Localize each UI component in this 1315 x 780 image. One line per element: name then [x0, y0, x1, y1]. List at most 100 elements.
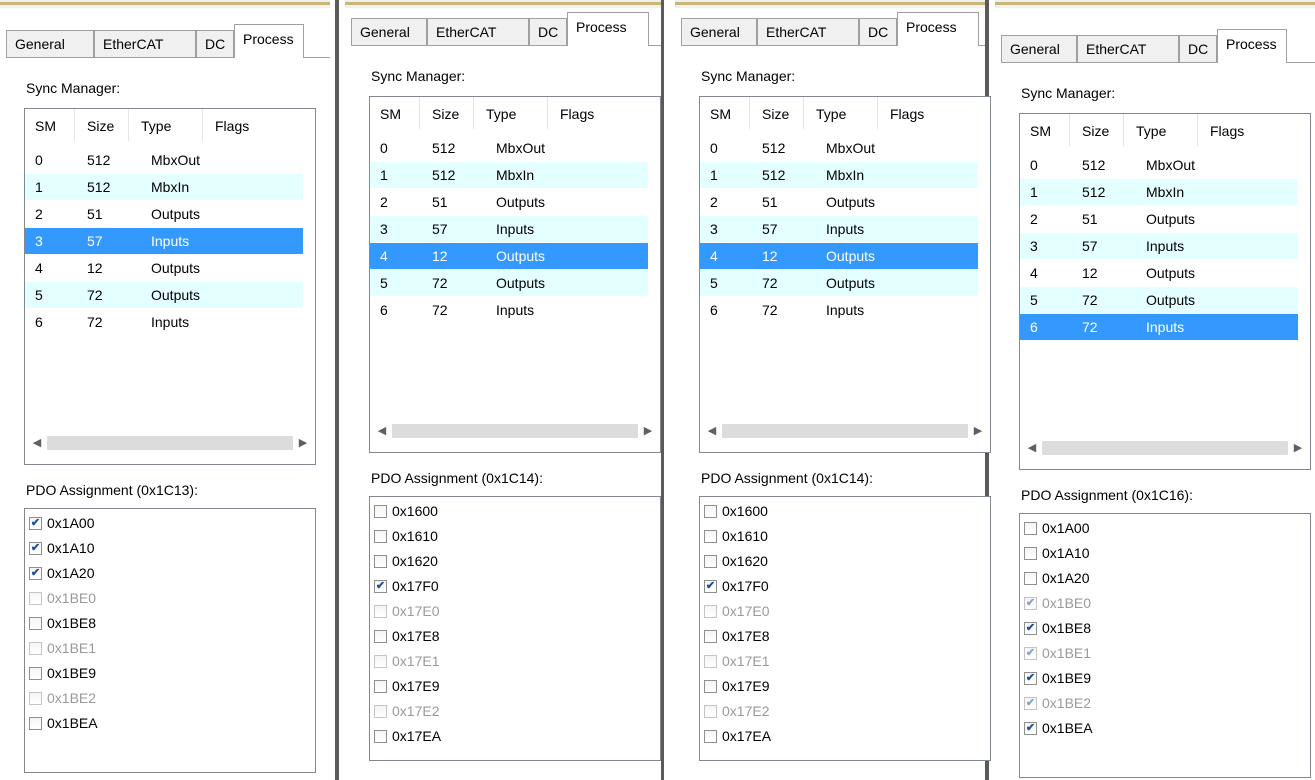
table-row[interactable]: 5 72 Outputs — [370, 270, 648, 296]
table-row[interactable]: 3 57 Inputs — [370, 216, 648, 242]
tab-process[interactable]: Process — [234, 24, 304, 58]
table-row[interactable]: 2 51 Outputs — [370, 189, 648, 215]
scroll-right-icon[interactable]: ▶ — [295, 435, 311, 451]
table-row[interactable]: 1 512 MbxIn — [700, 162, 978, 188]
pdo-checkbox[interactable]: ✔ — [29, 567, 42, 580]
scroll-right-icon[interactable]: ▶ — [970, 423, 986, 439]
pdo-assignment-list[interactable]: 0x1A00 0x1A10 0x1A20 ✔ 0x1BE0 ✔ 0x1BE8 ✔ 0x1BE1 ✔… — [1019, 513, 1311, 778]
sync-manager-list[interactable]: SM Size Type Flags 0 512 MbxOut 1 512 MbxIn 2 51 Out… — [369, 96, 661, 453]
column-header-sm[interactable]: SM — [1020, 114, 1070, 146]
scroll-left-icon[interactable]: ◀ — [374, 423, 390, 439]
tab-process[interactable]: Process — [567, 12, 649, 46]
pdo-checkbox[interactable]: ✔ — [1024, 722, 1037, 735]
scrollbar-thumb[interactable] — [722, 424, 968, 438]
pdo-checkbox[interactable]: ✔ — [374, 580, 387, 593]
pdo-assignment-list[interactable]: ✔ 0x1A00 ✔ 0x1A10 ✔ 0x1A20 0x1BE0 0x1BE8 0x1BE1 0… — [24, 508, 316, 773]
column-header-size[interactable]: Size — [750, 97, 804, 129]
scrollbar-thumb[interactable] — [392, 424, 638, 438]
table-row[interactable]: 4 12 Outputs — [25, 255, 303, 281]
pdo-checkbox[interactable]: ✔ — [29, 517, 42, 530]
table-row[interactable]: 5 72 Outputs — [1020, 287, 1298, 313]
pdo-checkbox[interactable]: ✔ — [1024, 622, 1037, 635]
tab-dc[interactable]: DC — [859, 18, 897, 45]
column-header-flags[interactable]: Flags — [1198, 114, 1302, 146]
pdo-checkbox[interactable] — [374, 555, 387, 568]
pdo-checkbox[interactable] — [704, 630, 717, 643]
tab-general[interactable]: General — [351, 18, 427, 45]
tab-ethercat[interactable]: EtherCAT — [427, 18, 529, 45]
table-row[interactable]: 4 12 Outputs — [1020, 260, 1298, 286]
column-header-size[interactable]: Size — [75, 109, 129, 141]
scrollbar-thumb[interactable] — [1042, 441, 1288, 455]
table-row[interactable]: 1 512 MbxIn — [1020, 179, 1298, 205]
scroll-left-icon[interactable]: ◀ — [29, 435, 45, 451]
table-row[interactable]: 0 512 MbxOut — [700, 135, 978, 161]
tab-general[interactable]: General — [681, 18, 757, 45]
pdo-checkbox[interactable] — [704, 530, 717, 543]
pdo-checkbox[interactable] — [1024, 522, 1037, 535]
horizontal-scrollbar[interactable]: ◀ ▶ — [702, 421, 988, 441]
column-header-type[interactable]: Type — [1124, 114, 1198, 146]
horizontal-scrollbar[interactable]: ◀ ▶ — [27, 433, 313, 453]
table-row[interactable]: 3 57 Inputs — [25, 228, 303, 254]
table-row[interactable]: 0 512 MbxOut — [370, 135, 648, 161]
tab-ethercat[interactable]: EtherCAT — [1077, 35, 1179, 62]
pdo-checkbox[interactable] — [704, 730, 717, 743]
tab-dc[interactable]: DC — [196, 30, 234, 57]
table-row[interactable]: 5 72 Outputs — [700, 270, 978, 296]
horizontal-scrollbar[interactable]: ◀ ▶ — [1022, 438, 1308, 458]
pdo-assignment-list[interactable]: 0x1600 0x1610 0x1620 ✔ 0x17F0 0x17E0 0x17E8 0x1… — [699, 496, 991, 761]
tab-ethercat[interactable]: EtherCAT — [757, 18, 859, 45]
pdo-checkbox[interactable] — [29, 667, 42, 680]
pdo-checkbox[interactable] — [374, 505, 387, 518]
pdo-checkbox[interactable] — [704, 555, 717, 568]
table-row[interactable]: 1 512 MbxIn — [25, 174, 303, 200]
pdo-checkbox[interactable] — [1024, 572, 1037, 585]
pdo-checkbox[interactable] — [374, 530, 387, 543]
scrollbar-thumb[interactable] — [47, 436, 293, 450]
scroll-left-icon[interactable]: ◀ — [704, 423, 720, 439]
tab-ethercat[interactable]: EtherCAT — [94, 30, 196, 57]
tab-process[interactable]: Process — [1217, 29, 1287, 63]
tab-dc[interactable]: DC — [1179, 35, 1217, 62]
pdo-assignment-list[interactable]: 0x1600 0x1610 0x1620 ✔ 0x17F0 0x17E0 0x17E8 0x1… — [369, 496, 661, 761]
table-row[interactable]: 3 57 Inputs — [1020, 233, 1298, 259]
table-row[interactable]: 6 72 Inputs — [700, 297, 978, 323]
pdo-checkbox[interactable] — [704, 680, 717, 693]
table-row[interactable]: 2 51 Outputs — [1020, 206, 1298, 232]
pdo-checkbox[interactable] — [374, 630, 387, 643]
table-row[interactable]: 0 512 MbxOut — [1020, 152, 1298, 178]
column-header-sm[interactable]: SM — [25, 109, 75, 141]
pdo-checkbox[interactable]: ✔ — [29, 542, 42, 555]
scroll-left-icon[interactable]: ◀ — [1024, 440, 1040, 456]
sync-manager-list[interactable]: SM Size Type Flags 0 512 MbxOut 1 512 MbxIn 2 51 Out… — [24, 108, 316, 465]
pdo-checkbox[interactable] — [29, 617, 42, 630]
scroll-right-icon[interactable]: ▶ — [640, 423, 656, 439]
table-row[interactable]: 2 51 Outputs — [25, 201, 303, 227]
table-row[interactable]: 4 12 Outputs — [700, 243, 978, 269]
tab-general[interactable]: General — [6, 30, 94, 57]
table-row[interactable]: 1 512 MbxIn — [370, 162, 648, 188]
sync-manager-list[interactable]: SM Size Type Flags 0 512 MbxOut 1 512 MbxIn 2 51 Out… — [699, 96, 991, 453]
tab-process[interactable]: Process — [897, 12, 979, 46]
pdo-checkbox[interactable]: ✔ — [704, 580, 717, 593]
table-row[interactable]: 6 72 Inputs — [370, 297, 648, 323]
table-row[interactable]: 2 51 Outputs — [700, 189, 978, 215]
pdo-checkbox[interactable] — [374, 680, 387, 693]
pdo-checkbox[interactable] — [704, 505, 717, 518]
column-header-type[interactable]: Type — [129, 109, 203, 141]
pdo-checkbox[interactable] — [29, 717, 42, 730]
pdo-checkbox[interactable] — [1024, 547, 1037, 560]
column-header-sm[interactable]: SM — [700, 97, 750, 129]
column-header-type[interactable]: Type — [474, 97, 548, 129]
table-row[interactable]: 3 57 Inputs — [700, 216, 978, 242]
table-row[interactable]: 5 72 Outputs — [25, 282, 303, 308]
column-header-flags[interactable]: Flags — [548, 97, 652, 129]
table-row[interactable]: 4 12 Outputs — [370, 243, 648, 269]
pdo-checkbox[interactable] — [374, 730, 387, 743]
table-row[interactable]: 6 72 Inputs — [1020, 314, 1298, 340]
horizontal-scrollbar[interactable]: ◀ ▶ — [372, 421, 658, 441]
column-header-flags[interactable]: Flags — [878, 97, 982, 129]
sync-manager-list[interactable]: SM Size Type Flags 0 512 MbxOut 1 512 MbxIn 2 51 Out… — [1019, 113, 1311, 470]
pdo-checkbox[interactable]: ✔ — [1024, 672, 1037, 685]
